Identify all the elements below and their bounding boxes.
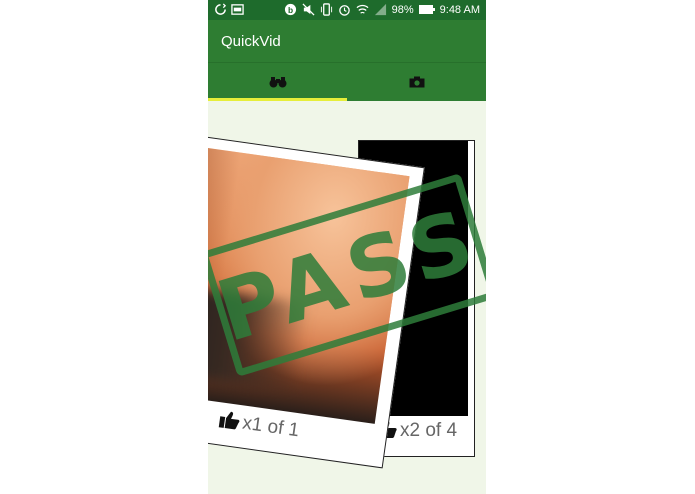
binoculars-icon (269, 77, 286, 88)
card-caption-text: x1 of 1 (241, 412, 301, 442)
battery-percent: 98% (391, 3, 414, 16)
app-title: QuickVid (221, 33, 281, 50)
tab-camera[interactable] (347, 63, 486, 101)
thumbs-up-icon (217, 408, 242, 437)
signal-icon (374, 3, 386, 16)
camera-icon (409, 76, 424, 88)
vibrate-icon (320, 3, 332, 16)
alarm-icon (338, 5, 350, 16)
sync-icon (215, 3, 227, 15)
svg-text:b: b (288, 5, 293, 15)
tab-bar (208, 62, 486, 101)
card-stack: x2 of 4 x1 of 1 PASS (208, 100, 486, 494)
card-caption-text: x2 of 4 (399, 420, 458, 441)
beats-icon: b (284, 3, 296, 16)
wifi-icon (356, 4, 369, 14)
status-bar: b 98% 9:48 AM (208, 0, 486, 20)
app-bar: QuickVid (208, 20, 486, 62)
clock-time: 9:48 AM (439, 3, 480, 16)
tab-browse[interactable] (208, 63, 347, 101)
phone-screen: b 98% 9:48 AM QuickVid x2 of 4 x1 of 1 P… (208, 0, 486, 494)
mute-icon (302, 3, 315, 16)
gallery-icon (231, 4, 244, 15)
battery-icon (418, 5, 435, 14)
